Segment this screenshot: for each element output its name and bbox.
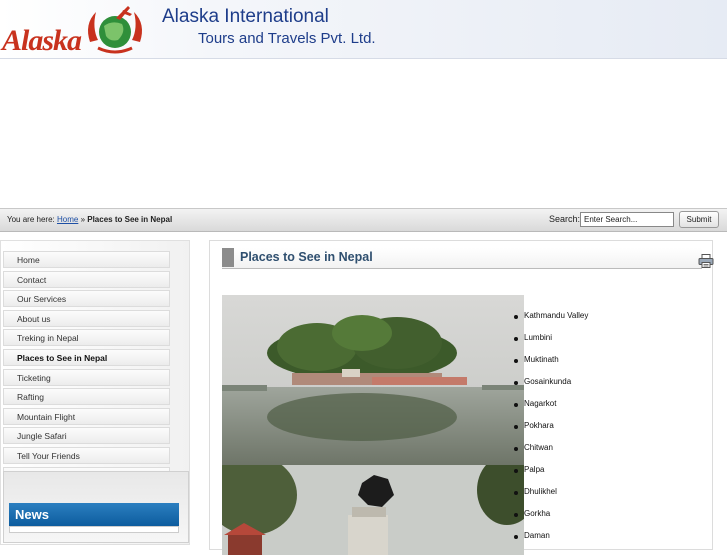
news-heading: News	[9, 503, 179, 526]
menu-item-our-services[interactable]: Our Services	[3, 290, 170, 308]
breadcrumb-bar: You are here: Home » Places to See in Ne…	[0, 208, 727, 232]
menu-item-mountain-flight[interactable]: Mountain Flight	[3, 407, 170, 425]
list-item: Dhulikhel	[513, 487, 588, 509]
company-subtitle: Tours and Travels Pvt. Ltd.	[198, 30, 376, 47]
list-item: Kathmandu Valley	[513, 311, 588, 333]
list-item: Palpa	[513, 465, 588, 487]
main-content: Places to See in Nepal Kathmandu Valley …	[209, 240, 714, 555]
company-name: Alaska International	[162, 6, 329, 27]
left-sidebar: Home Contact Our Services About us Treki…	[0, 240, 190, 545]
list-item: Daman	[513, 531, 588, 553]
list-item: Pokhara	[513, 421, 588, 443]
list-item: Nagarkot	[513, 399, 588, 421]
news-module: News	[3, 471, 189, 543]
list-item: Muktinath	[513, 355, 588, 377]
monument-photo	[222, 465, 524, 555]
breadcrumb-separator: »	[80, 215, 86, 224]
search-label: Search:	[549, 214, 581, 224]
breadcrumb: You are here: Home » Places to See in Ne…	[7, 215, 172, 224]
list-item: Gosainkunda	[513, 377, 588, 399]
menu-item-home[interactable]: Home	[3, 251, 170, 268]
main-menu: Home Contact Our Services About us Treki…	[3, 251, 170, 486]
menu-item-places-to-see[interactable]: Places to See in Nepal	[3, 348, 170, 366]
site-header: Alaska Alaska International Tours and Tr…	[0, 0, 727, 59]
menu-item-tell-friends[interactable]: Tell Your Friends	[3, 446, 170, 464]
breadcrumb-current: Places to See in Nepal	[87, 215, 173, 224]
page-title: Places to See in Nepal	[240, 250, 373, 264]
news-content	[9, 526, 179, 533]
print-icon[interactable]	[698, 254, 714, 268]
menu-item-treking[interactable]: Treking in Nepal	[3, 329, 170, 347]
island-temple-photo	[222, 295, 524, 465]
places-list: Kathmandu Valley Lumbini Muktinath Gosai…	[513, 311, 588, 553]
menu-item-contact[interactable]: Contact	[3, 270, 170, 288]
menu-item-jungle-safari[interactable]: Jungle Safari	[3, 427, 170, 445]
menu-item-rafting[interactable]: Rafting	[3, 388, 170, 406]
title-accent	[222, 248, 234, 267]
logo-text: Alaska	[2, 24, 82, 57]
menu-item-about-us[interactable]: About us	[3, 309, 170, 327]
globe-logo-icon	[88, 6, 142, 54]
list-item: Gorkha	[513, 509, 588, 531]
content-title-bar: Places to See in Nepal	[222, 248, 714, 269]
breadcrumb-home-link[interactable]: Home	[57, 215, 78, 224]
search-input[interactable]	[580, 212, 674, 227]
list-item: Chitwan	[513, 443, 588, 465]
list-item: Lumbini	[513, 333, 588, 355]
menu-item-ticketing[interactable]: Ticketing	[3, 368, 170, 386]
submit-button[interactable]: Submit	[679, 211, 719, 228]
breadcrumb-prefix: You are here:	[7, 215, 55, 224]
